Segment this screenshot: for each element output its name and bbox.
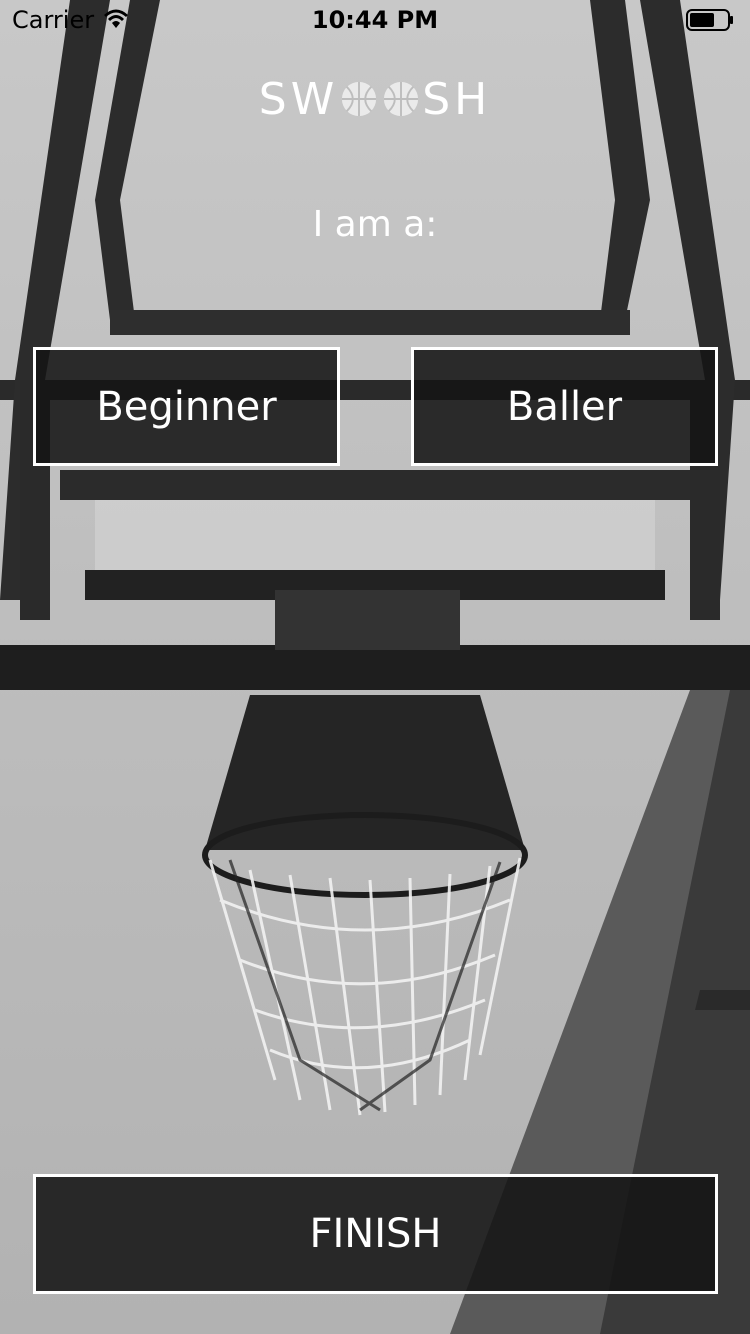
basketball-icon <box>384 81 419 117</box>
finish-button[interactable]: FINISH <box>33 1174 718 1294</box>
basketball-hoop-background <box>0 0 750 1334</box>
logo-text-start: SW <box>258 74 339 125</box>
beginner-button[interactable]: Beginner <box>33 347 340 466</box>
logo-text-end: SH <box>422 74 492 125</box>
app-logo: SW SH <box>0 74 750 126</box>
baller-button[interactable]: Baller <box>411 347 718 466</box>
battery-icon <box>686 9 733 31</box>
status-bar: Carrier 10:44 PM <box>0 0 750 40</box>
skill-prompt: I am a: <box>312 204 438 245</box>
status-time: 10:44 PM <box>311 6 439 34</box>
basketball-icon <box>342 81 377 117</box>
